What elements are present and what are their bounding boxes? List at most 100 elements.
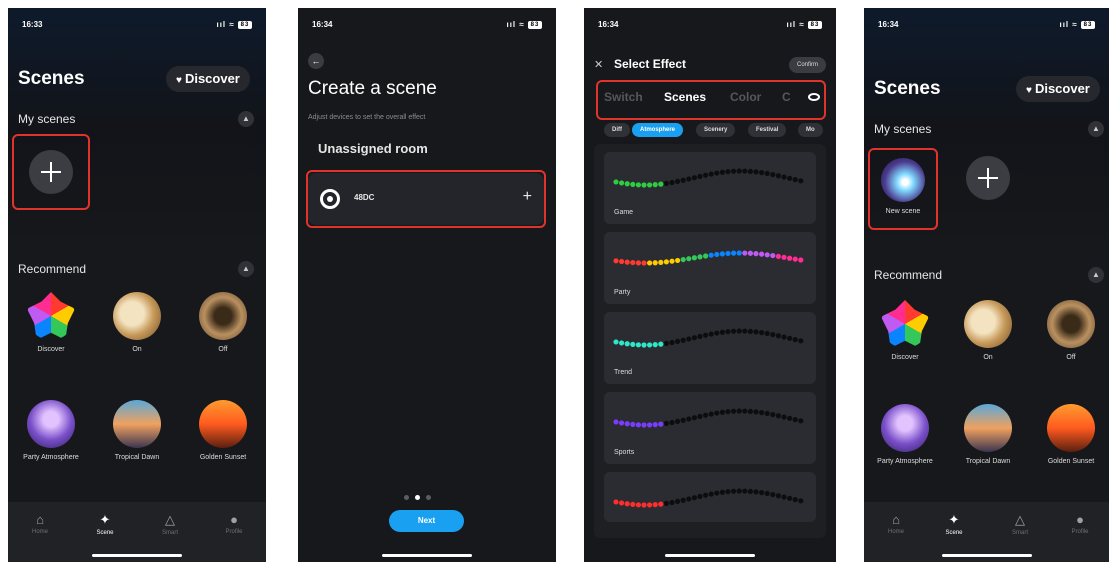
effect-card[interactable]: Game — [604, 152, 816, 224]
led-dot — [635, 422, 641, 428]
tab-home[interactable]: ⌂ Home — [876, 512, 916, 535]
collapse-chevron-icon[interactable]: ▲ — [238, 111, 254, 127]
tab-scene[interactable]: ✦ Scene — [934, 512, 974, 536]
led-dot — [792, 176, 798, 183]
battery-icon: 83 — [1081, 20, 1095, 29]
golden-sunset-icon — [1047, 404, 1095, 452]
scene-party-atmosphere[interactable]: Party Atmosphere — [16, 400, 86, 461]
led-dot — [781, 334, 787, 340]
scene-tropical-dawn[interactable]: Tropical Dawn — [953, 404, 1023, 465]
scene-new-scene[interactable]: New scene — [868, 158, 938, 215]
led-dot — [736, 328, 742, 334]
scene-label: New scene — [885, 208, 921, 215]
home-indicator — [382, 554, 472, 557]
tab-scene[interactable]: ✦ Scene — [85, 512, 125, 536]
tab-smart[interactable]: △ Smart — [150, 512, 190, 536]
scene-off[interactable]: Off — [1036, 300, 1106, 361]
page-indicator — [401, 487, 434, 505]
led-dot — [759, 490, 765, 496]
led-dot — [787, 495, 793, 501]
discover-button[interactable]: ♥ Discover — [1016, 76, 1100, 102]
led-dot — [753, 169, 759, 175]
next-button[interactable]: Next — [389, 510, 464, 532]
my-scenes-heading: My scenes — [874, 122, 932, 136]
close-icon[interactable]: ✕ — [594, 58, 603, 71]
effect-card[interactable] — [604, 472, 816, 522]
effect-card[interactable]: Trend — [604, 312, 816, 384]
scene-tropical-dawn[interactable]: Tropical Dawn — [102, 400, 172, 461]
led-dot — [641, 422, 647, 428]
led-dot — [787, 175, 793, 181]
status-bar: 16:34 ııl ≈ 83 — [878, 20, 1095, 32]
led-dot — [798, 338, 804, 344]
scene-on[interactable]: On — [102, 292, 172, 353]
led-dot — [624, 341, 630, 347]
scene-golden-sunset[interactable]: Golden Sunset — [188, 400, 258, 461]
chip-scenery[interactable]: Scenery — [696, 123, 736, 137]
led-dot — [731, 408, 737, 414]
scene-on[interactable]: On — [953, 300, 1023, 361]
led-dot — [703, 253, 709, 259]
led-dot — [624, 421, 630, 427]
scene-discover[interactable]: Discover — [870, 300, 940, 361]
scene-discover[interactable]: Discover — [16, 292, 86, 353]
led-dot — [663, 420, 669, 426]
led-dot — [675, 257, 681, 264]
confirm-button[interactable]: Confirm — [788, 57, 826, 73]
scene-party-atmosphere[interactable]: Party Atmosphere — [870, 404, 940, 465]
led-dot — [652, 422, 658, 428]
discover-icon — [881, 300, 929, 348]
led-dot — [775, 333, 781, 339]
led-dot — [652, 182, 658, 188]
chip-atmosphere[interactable]: Atmosphere — [632, 123, 684, 137]
chip-festival[interactable]: Festival — [748, 123, 787, 137]
effect-card[interactable]: Party — [604, 232, 816, 304]
tab-smart[interactable]: △ Smart — [1000, 512, 1040, 536]
chip-more[interactable]: Mo — [798, 123, 823, 137]
chip-diff[interactable]: Diff — [604, 123, 630, 137]
home-indicator — [665, 554, 755, 557]
effect-card[interactable]: Sports — [604, 392, 816, 464]
tab-home[interactable]: ⌂ Home — [20, 512, 60, 535]
tab-label: Profile — [1071, 529, 1089, 535]
scene-off[interactable]: Off — [188, 292, 258, 353]
scene-label: Party Atmosphere — [23, 454, 79, 461]
led-dot — [770, 171, 776, 178]
tab-label: Scene — [96, 530, 114, 536]
add-scene-button[interactable] — [966, 156, 1010, 200]
tab-profile[interactable]: ● Profile — [1060, 512, 1100, 535]
led-dot — [624, 181, 630, 187]
tab-profile[interactable]: ● Profile — [214, 512, 254, 535]
effects-list: Game Party Trend Sports — [594, 144, 826, 538]
led-dot — [630, 259, 636, 266]
led-dot — [613, 499, 619, 505]
led-dot — [719, 329, 725, 335]
led-dot — [747, 328, 753, 334]
collapse-chevron-icon[interactable]: ▲ — [1088, 267, 1104, 283]
collapse-chevron-icon[interactable]: ▲ — [1088, 121, 1104, 137]
led-dot — [619, 258, 625, 265]
led-dot — [764, 252, 770, 258]
led-dot — [798, 257, 804, 263]
led-dot — [641, 502, 647, 508]
led-dot — [680, 497, 686, 503]
smart-icon: △ — [1015, 512, 1025, 527]
led-dot — [669, 339, 675, 346]
add-scene-button[interactable] — [29, 150, 73, 194]
led-dot — [647, 182, 653, 188]
led-dot — [736, 488, 742, 494]
led-dot — [619, 180, 625, 186]
status-icons: ııl ≈ 83 — [1059, 20, 1095, 29]
collapse-chevron-icon[interactable]: ▲ — [238, 261, 254, 277]
home-indicator — [92, 554, 182, 557]
scene-golden-sunset[interactable]: Golden Sunset — [1036, 404, 1106, 465]
party-atmosphere-icon — [27, 400, 75, 448]
status-time: 16:33 — [22, 20, 43, 29]
led-dot — [691, 415, 697, 421]
led-dot — [669, 419, 675, 426]
led-dot — [641, 260, 647, 266]
back-arrow-icon[interactable]: ← — [308, 53, 324, 69]
discover-button[interactable]: ♥ Discover — [166, 66, 250, 92]
profile-icon: ● — [230, 512, 238, 527]
led-dot — [708, 331, 714, 337]
